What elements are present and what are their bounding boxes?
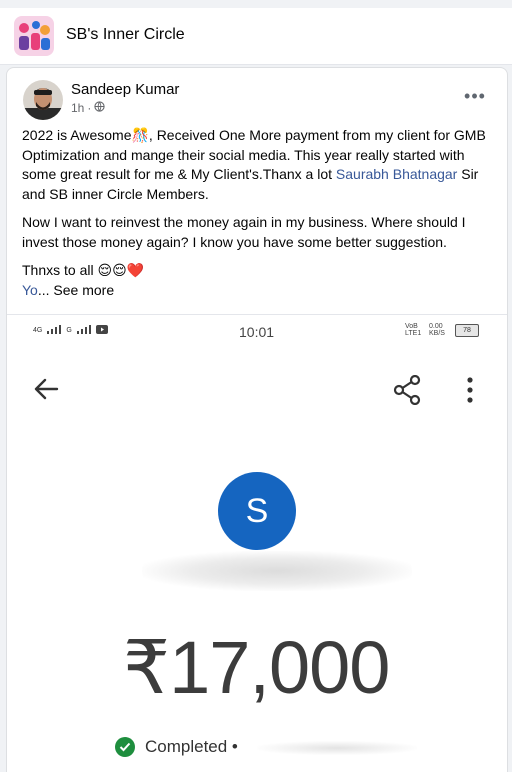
- globe-icon: [94, 101, 105, 115]
- post-paragraph-2: Now I want to reinvest the money again i…: [22, 214, 466, 250]
- post-card: Sandeep Kumar 1h · ••• 2022 is Awesome🎊,…: [6, 67, 508, 772]
- blurred-date: [257, 741, 417, 755]
- post-meta: 1h ·: [71, 101, 105, 115]
- group-name[interactable]: SB's Inner Circle: [66, 26, 185, 44]
- status-right: VoB LTE1 0.00 KB/S 78: [405, 323, 479, 337]
- post-paragraph-1: 2022 is Awesome🎊, Received One More paym…: [22, 126, 496, 204]
- payment-status: Completed •: [115, 737, 238, 757]
- check-circle-icon: [115, 737, 135, 757]
- battery-icon: 78: [455, 323, 479, 337]
- signal-icon: [47, 325, 62, 334]
- post-time[interactable]: 1h: [71, 101, 84, 115]
- payment-screenshot[interactable]: 4G G 10:01 VoB LTE1 0.00 KB/S 78 S ₹17,0…: [7, 314, 507, 772]
- post-paragraph-3: Thnxs to all 😌😌❤️: [22, 262, 145, 278]
- signal-icon-2: [76, 325, 91, 334]
- payment-amount: ₹17,000: [123, 626, 390, 709]
- phone-status-bar: 4G G 10:01 VoB LTE1 0.00 KB/S 78: [7, 315, 507, 345]
- group-header: SB's Inner Circle: [0, 8, 512, 65]
- more-options-button[interactable]: •••: [463, 84, 487, 108]
- status-text: Completed •: [145, 737, 238, 756]
- author-name[interactable]: Sandeep Kumar: [71, 81, 179, 98]
- signal-indicators: 4G G: [33, 325, 108, 334]
- network-4g: 4G: [33, 327, 43, 334]
- payee-avatar: S: [218, 472, 296, 550]
- youtube-icon: [95, 325, 108, 334]
- mention-link[interactable]: Saurabh Bhatnagar: [336, 166, 457, 182]
- group-avatar[interactable]: [14, 16, 54, 56]
- network-g: G: [66, 327, 72, 334]
- meta-separator: ·: [87, 101, 92, 115]
- see-more-button[interactable]: ... See more: [38, 282, 114, 298]
- blurred-payee-name: [142, 551, 412, 591]
- truncated-link[interactable]: Yo: [22, 282, 38, 298]
- post-text: 2022 is Awesome🎊, Received One More paym…: [22, 126, 496, 300]
- truncated-line: Yo... See more: [22, 281, 496, 301]
- data-speed: 0.00 KB/S: [429, 323, 445, 337]
- share-icon[interactable]: [393, 374, 421, 410]
- kebab-menu-icon[interactable]: [465, 375, 475, 410]
- author-avatar[interactable]: [23, 80, 63, 120]
- volte-indicator: VoB LTE1: [405, 323, 422, 337]
- back-arrow-icon[interactable]: [33, 377, 59, 406]
- phone-time: 10:01: [239, 324, 275, 340]
